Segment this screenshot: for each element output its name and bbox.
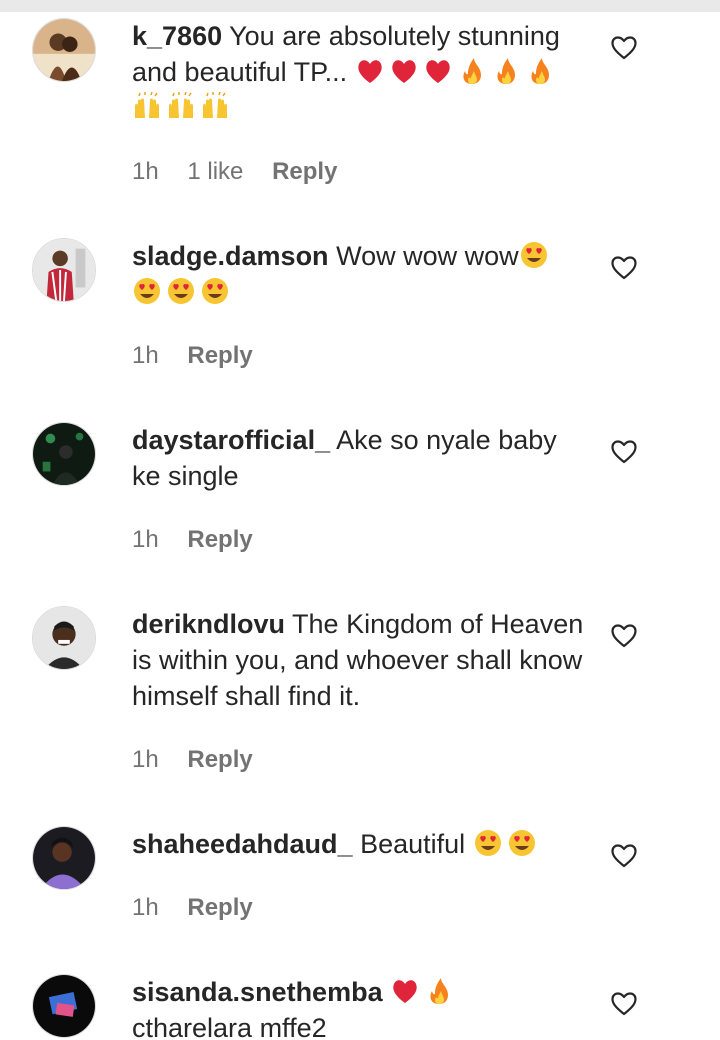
avatar[interactable] bbox=[32, 238, 96, 302]
red-heart-emoji bbox=[390, 976, 420, 1006]
reply-button[interactable]: Reply bbox=[272, 158, 337, 185]
heart-eyes-emoji bbox=[200, 276, 230, 306]
comment-body: shaheedahdaud_ Beautiful bbox=[132, 826, 592, 862]
like-heart-icon[interactable] bbox=[610, 254, 638, 282]
raising-hands-emoji bbox=[200, 92, 230, 122]
comment-body: sladge.damson Wow wow wow bbox=[132, 238, 592, 310]
comment-body: sisanda.snethemba ctharelara mffe2 bbox=[132, 974, 592, 1040]
comment-time: 1h bbox=[132, 894, 159, 921]
red-heart-emoji bbox=[389, 56, 419, 86]
comment-meta: 1h Reply bbox=[132, 894, 275, 922]
comment-username[interactable]: shaheedahdaud_ bbox=[132, 829, 353, 859]
comment-text: ctharelara mffe2 bbox=[132, 1013, 327, 1040]
comment-meta: 1h Reply bbox=[132, 342, 275, 370]
heart-eyes-emoji bbox=[519, 240, 549, 270]
comment-meta: 1h Reply bbox=[132, 526, 275, 554]
comment-time: 1h bbox=[132, 158, 159, 185]
fire-emoji bbox=[424, 976, 454, 1006]
fire-emoji bbox=[525, 56, 555, 86]
avatar[interactable] bbox=[32, 422, 96, 486]
comment-username[interactable]: derikndlovu bbox=[132, 609, 285, 639]
like-heart-icon[interactable] bbox=[610, 990, 638, 1018]
comment-username[interactable]: k_7860 bbox=[132, 21, 222, 51]
top-divider bbox=[0, 0, 720, 12]
comment-text: Beautiful bbox=[360, 829, 466, 859]
red-heart-emoji bbox=[423, 56, 453, 86]
heart-eyes-emoji bbox=[507, 828, 537, 858]
comment-body: derikndlovu The Kingdom of Heaven is wit… bbox=[132, 606, 592, 714]
like-heart-icon[interactable] bbox=[610, 438, 638, 466]
reply-button[interactable]: Reply bbox=[187, 342, 252, 369]
comment-username[interactable]: daystarofficial_ bbox=[132, 425, 330, 455]
raising-hands-emoji bbox=[166, 92, 196, 122]
heart-eyes-emoji bbox=[132, 276, 162, 306]
comment-username[interactable]: sladge.damson bbox=[132, 241, 329, 271]
avatar[interactable] bbox=[32, 974, 96, 1038]
like-heart-icon[interactable] bbox=[610, 34, 638, 62]
reply-button[interactable]: Reply bbox=[187, 746, 252, 773]
fire-emoji bbox=[491, 56, 521, 86]
comment-username[interactable]: sisanda.snethemba bbox=[132, 977, 383, 1007]
avatar[interactable] bbox=[32, 606, 96, 670]
comment-meta: 1h Reply bbox=[132, 746, 275, 774]
comment-time: 1h bbox=[132, 342, 159, 369]
heart-eyes-emoji bbox=[166, 276, 196, 306]
avatar[interactable] bbox=[32, 18, 96, 82]
like-heart-icon[interactable] bbox=[610, 842, 638, 870]
reply-button[interactable]: Reply bbox=[187, 894, 252, 921]
raising-hands-emoji bbox=[132, 92, 162, 122]
red-heart-emoji bbox=[355, 56, 385, 86]
comment-body: k_7860 You are absolutely stunning and b… bbox=[132, 18, 592, 126]
heart-eyes-emoji bbox=[473, 828, 503, 858]
comment-like-count[interactable]: 1 like bbox=[187, 158, 243, 185]
comment-meta: 1h 1 like Reply bbox=[132, 158, 359, 186]
comment-text: Wow wow wow bbox=[336, 241, 519, 271]
fire-emoji bbox=[457, 56, 487, 86]
comment-time: 1h bbox=[132, 526, 159, 553]
like-heart-icon[interactable] bbox=[610, 622, 638, 650]
comment-body: daystarofficial_ Ake so nyale baby ke si… bbox=[132, 422, 592, 494]
reply-button[interactable]: Reply bbox=[187, 526, 252, 553]
avatar[interactable] bbox=[32, 826, 96, 890]
comment-time: 1h bbox=[132, 746, 159, 773]
